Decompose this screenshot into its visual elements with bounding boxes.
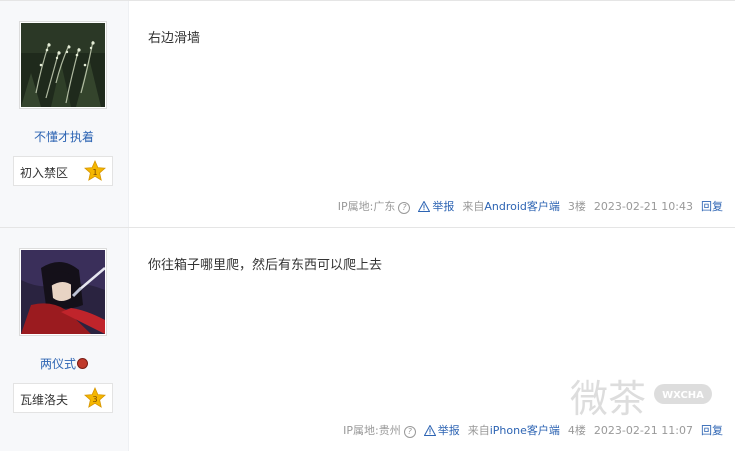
source-prefix: 来自 [467,424,490,437]
post-time: 2023-02-21 10:43 [593,199,693,213]
help-icon[interactable]: ? [403,426,416,438]
author-sidebar: 两仪式 瓦维洛夫 3 [0,228,129,451]
client-link[interactable]: iPhone客户端 [490,424,560,437]
medal-icon [77,358,88,369]
warning-icon [418,200,431,212]
username[interactable]: 不懂才执着 [0,128,128,145]
avatar-image [21,23,105,107]
ip-location: IP属地:广东? [338,198,411,214]
reply-button[interactable]: 回复 [701,422,723,438]
badge-label: 初入禁区 [20,166,69,180]
client-link[interactable]: Android客户端 [484,200,560,213]
client-source: 来自Android客户端 [462,198,560,214]
star-level-icon: 1 [84,160,106,181]
avatar[interactable] [19,248,107,336]
report-label: 举报 [437,424,460,437]
client-source: 来自iPhone客户端 [468,422,560,438]
username-row: 两仪式 [0,355,128,372]
reply-button[interactable]: 回复 [701,198,723,214]
badge-label: 瓦维洛夫 [20,393,69,407]
floor-number: 4楼 [567,424,586,437]
post-meta: IP属地:贵州? 举报 来自iPhone客户端 4楼 2023-02-21 11… [343,422,723,438]
source-prefix: 来自 [462,200,485,213]
author-sidebar: 不懂才执着 初入禁区 1 [0,1,129,227]
avatar[interactable] [19,21,107,109]
post-floor-4: 两仪式 瓦维洛夫 3 你往箱子哪里爬，然后有东西可以爬上去 IP属地:贵州? 举… [0,227,735,451]
badge-level: 1 [92,168,97,177]
star-level-icon: 3 [84,387,106,408]
post-floor-3: 不懂才执着 初入禁区 1 右边滑墙 IP属地:广东? 举报 来自Android客… [0,0,735,227]
avatar-image [21,250,105,334]
ip-location: IP属地:贵州? [343,422,416,438]
help-icon[interactable]: ? [398,202,411,214]
post-content: 右边滑墙 [148,31,201,46]
warning-icon [423,424,436,436]
post-time: 2023-02-21 11:07 [593,423,693,437]
badge-level: 3 [92,395,97,404]
username[interactable]: 两仪式 [40,357,76,371]
floor-number: 3楼 [567,200,586,213]
post-meta: IP属地:广东? 举报 来自Android客户端 3楼 2023-02-21 1… [338,198,723,214]
member-badge[interactable]: 瓦维洛夫 3 [13,383,113,413]
report-button[interactable]: 举报 [423,422,460,438]
report-label: 举报 [432,200,455,213]
post-content: 你往箱子哪里爬，然后有东西可以爬上去 [148,258,383,273]
report-button[interactable]: 举报 [418,198,454,214]
member-badge[interactable]: 初入禁区 1 [13,156,113,186]
